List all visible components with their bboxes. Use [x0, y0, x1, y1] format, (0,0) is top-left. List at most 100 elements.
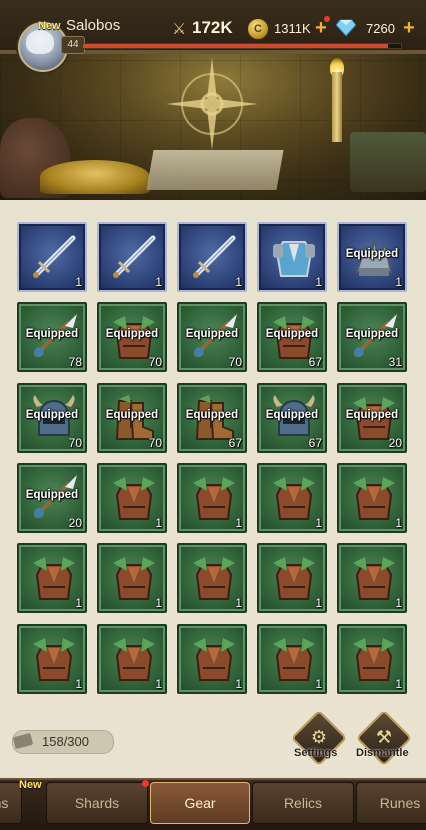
- item-count: 20: [388, 436, 402, 450]
- gold-value: 1311K: [274, 21, 311, 36]
- tab-gear[interactable]: Gear: [150, 782, 250, 824]
- inventory-slot[interactable]: Equipped 78: [17, 302, 87, 372]
- chest-armor-icon: [353, 557, 395, 600]
- gem-icon: [336, 19, 356, 37]
- chest-armor-icon: [273, 477, 315, 520]
- inventory-slot[interactable]: 1: [177, 222, 247, 292]
- item-count: 70: [228, 355, 242, 369]
- inventory-slot[interactable]: 1: [337, 624, 407, 694]
- inventory-slot[interactable]: 1: [257, 463, 327, 533]
- gold-coins-pile-icon: [40, 160, 150, 194]
- nav-new-badge: New: [19, 779, 42, 791]
- inventory-slot[interactable]: Equipped 67: [257, 383, 327, 453]
- armor-icon: [273, 241, 315, 277]
- item-count: 1: [155, 677, 162, 691]
- equipped-label: Equipped: [25, 489, 79, 501]
- notification-dot: [324, 16, 330, 22]
- item-count: 1: [395, 677, 402, 691]
- power-value: 172K: [192, 18, 233, 37]
- item-count: 1: [235, 596, 242, 610]
- inventory-slot[interactable]: 1: [337, 543, 407, 613]
- inventory-slot[interactable]: Equipped 70: [17, 383, 87, 453]
- sword-icon: [193, 235, 236, 278]
- inventory-slot[interactable]: 1: [257, 222, 327, 292]
- item-count: 1: [315, 516, 322, 530]
- inventory-slot[interactable]: Equipped 20: [337, 383, 407, 453]
- compass-rose-icon: [166, 58, 258, 150]
- chest-armor-icon: [193, 638, 235, 681]
- inventory-slot[interactable]: Equipped 67: [177, 383, 247, 453]
- notification-dot: [142, 780, 149, 787]
- inventory-slot[interactable]: Equipped 20: [17, 463, 87, 533]
- chest-armor-icon: [113, 557, 155, 600]
- inventory-slot[interactable]: 1: [97, 463, 167, 533]
- item-count: 70: [148, 355, 162, 369]
- equipped-label: Equipped: [105, 328, 159, 340]
- inventory-slot[interactable]: 1: [177, 463, 247, 533]
- item-count: 70: [68, 436, 82, 450]
- item-count: 1: [75, 275, 82, 289]
- new-badge: New: [38, 20, 61, 32]
- item-count: 1: [235, 516, 242, 530]
- item-count: 67: [308, 355, 322, 369]
- chest-armor-icon: [193, 557, 235, 600]
- equipped-label: Equipped: [25, 328, 79, 340]
- item-count: 78: [68, 355, 82, 369]
- item-count: 1: [395, 275, 402, 289]
- item-count: 1: [235, 275, 242, 289]
- equipped-label: Equipped: [25, 409, 79, 421]
- item-count: 1: [155, 596, 162, 610]
- sword-icon: [113, 235, 156, 278]
- inventory-slot[interactable]: Equipped 70: [97, 302, 167, 372]
- candle-icon: [332, 72, 342, 142]
- item-count: 1: [155, 516, 162, 530]
- tab-shards[interactable]: Shards: [46, 782, 148, 824]
- settings-label: Settings: [294, 747, 338, 759]
- dismantle-label: Dismantle: [356, 747, 409, 759]
- item-count: 1: [155, 275, 162, 289]
- item-count: 31: [388, 355, 402, 369]
- inventory-slot[interactable]: Equipped 70: [97, 383, 167, 453]
- inventory-slot[interactable]: 1: [17, 222, 87, 292]
- equipped-label: Equipped: [345, 248, 399, 260]
- inventory-slot[interactable]: 1: [337, 463, 407, 533]
- chest-armor-icon: [193, 477, 235, 520]
- inventory-slot[interactable]: Equipped 67: [257, 302, 327, 372]
- gold-coin-icon: C: [247, 18, 269, 40]
- inventory-slot[interactable]: 1: [17, 543, 87, 613]
- xp-bar-fill: [83, 44, 389, 48]
- capacity-text: 158/300: [42, 734, 89, 749]
- chest-armor-icon: [33, 557, 75, 600]
- inventory-slot[interactable]: 1: [257, 624, 327, 694]
- gem-value: 7260: [366, 21, 395, 36]
- inventory-slot[interactable]: 1: [257, 543, 327, 613]
- inventory-slot[interactable]: Equipped 1: [337, 222, 407, 292]
- equipped-label: Equipped: [345, 409, 399, 421]
- item-count: 70: [148, 436, 162, 450]
- inventory-slot[interactable]: 1: [177, 624, 247, 694]
- inventory-slot[interactable]: 1: [97, 624, 167, 694]
- equipped-label: Equipped: [185, 328, 239, 340]
- inventory-slot[interactable]: Equipped 70: [177, 302, 247, 372]
- item-count: 1: [315, 275, 322, 289]
- equipped-label: Equipped: [265, 409, 319, 421]
- inventory-slot[interactable]: 1: [17, 624, 87, 694]
- chest-armor-icon: [273, 557, 315, 600]
- add-gold-button[interactable]: +: [313, 18, 329, 38]
- equipped-label: Equipped: [105, 409, 159, 421]
- inventory-slot[interactable]: 1: [97, 543, 167, 613]
- inventory-slot[interactable]: 1: [177, 543, 247, 613]
- inventory-slot[interactable]: 1: [97, 222, 167, 292]
- chest-armor-icon: [353, 638, 395, 681]
- sword-icon: [33, 235, 76, 278]
- chest-armor-icon: [113, 477, 155, 520]
- tab-relics[interactable]: Relics: [252, 782, 354, 824]
- equipped-label: Equipped: [185, 409, 239, 421]
- item-count: 1: [395, 596, 402, 610]
- inventory-slot[interactable]: Equipped 31: [337, 302, 407, 372]
- equipped-label: Equipped: [265, 328, 319, 340]
- tab-runes[interactable]: Runes: [356, 782, 426, 824]
- item-count: 67: [228, 436, 242, 450]
- add-gems-button[interactable]: +: [401, 18, 417, 38]
- item-count: 1: [75, 677, 82, 691]
